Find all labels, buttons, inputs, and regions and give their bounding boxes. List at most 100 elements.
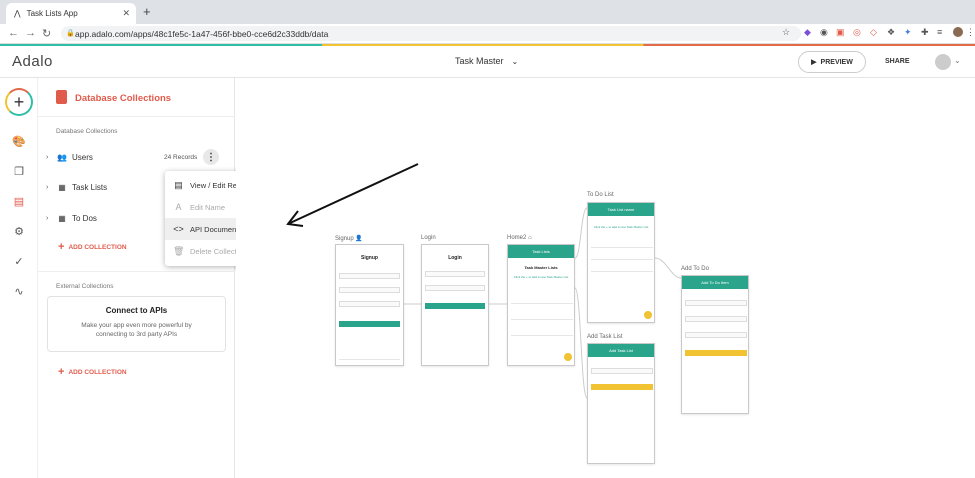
publish-icon[interactable]: ✓ <box>12 254 26 268</box>
screen-login[interactable]: Login <box>421 244 489 366</box>
todo-name-field[interactable] <box>685 300 747 306</box>
star-icon[interactable]: ☆ <box>782 27 790 38</box>
password-field[interactable] <box>425 285 485 291</box>
analytics-icon[interactable]: ∿ <box>12 284 26 298</box>
palette-icon[interactable]: 🎨 <box>12 134 26 148</box>
signup-button[interactable] <box>339 321 400 327</box>
browser-tab-bar: ⋀ Task Lists App ✕ + <box>0 0 975 24</box>
email-field[interactable] <box>339 273 400 279</box>
adalo-favicon-icon: ⋀ <box>14 9 21 18</box>
extension-icon[interactable]: ◆ <box>804 27 811 38</box>
tab-title: Task Lists App <box>26 9 78 18</box>
code-icon: <> <box>173 224 184 234</box>
share-button[interactable]: SHARE <box>885 58 910 65</box>
section-label: Database Collections <box>56 128 118 135</box>
due-date-field[interactable] <box>685 332 747 338</box>
email-field[interactable] <box>425 271 485 277</box>
screen-label: Login <box>421 235 436 241</box>
screens-icon[interactable]: ❐ <box>12 164 26 178</box>
profile-avatar[interactable] <box>953 27 963 37</box>
add-fab[interactable] <box>564 353 572 361</box>
extension-icon[interactable]: ◇ <box>870 27 877 38</box>
screen-title: Signup <box>361 255 378 261</box>
collection-name: Users <box>72 152 93 162</box>
left-toolbar: + 🎨 ❐ ▤ ⚙ ✓ ∿ <box>0 78 38 478</box>
url-field[interactable]: 🔒 app.adalo.com/apps/48c1fe5c-1a47-456f-… <box>61 26 801 41</box>
user-avatar[interactable] <box>935 54 951 70</box>
screen-to-do-list[interactable]: Task List name Click the + to add a new … <box>587 202 655 323</box>
extension-icon[interactable]: ▣ <box>836 27 845 38</box>
chevron-right-icon[interactable]: › <box>46 215 56 222</box>
app-name-dropdown[interactable]: Task Master ⌄ <box>455 56 518 66</box>
edit-icon: A <box>175 202 182 212</box>
section-label: External Collections <box>56 283 114 290</box>
settings-icon[interactable]: ⚙ <box>12 224 26 238</box>
connect-apis-card[interactable]: Connect to APIs Make your app even more … <box>47 296 226 352</box>
chevron-down-icon[interactable]: ⌄ <box>954 56 961 65</box>
app-header: Adalo Task Master ⌄ ▶ PREVIEW SHARE ⌄ <box>0 46 975 78</box>
users-icon: 👥 <box>57 152 67 162</box>
back-icon[interactable]: ← <box>8 27 19 39</box>
screen-label: To Do List <box>587 192 614 198</box>
user-icon: 👤 <box>355 236 363 242</box>
record-count: 24 Records <box>164 153 198 161</box>
play-icon: ▶ <box>811 59 817 66</box>
chevron-right-icon[interactable]: › <box>46 184 56 191</box>
list-divider <box>511 303 573 304</box>
puzzle-icon[interactable]: ✚ <box>921 27 929 38</box>
api-card-title: Connect to APIs <box>105 306 168 315</box>
assigned-to-field[interactable] <box>685 316 747 322</box>
camera-icon[interactable]: ◉ <box>820 27 828 38</box>
close-icon[interactable]: ✕ <box>122 8 130 19</box>
adalo-logo[interactable]: Adalo <box>12 53 53 70</box>
hint-link: Click the + to add a new Task Master Lis… <box>593 225 649 229</box>
database-icon[interactable]: ▤ <box>12 194 26 208</box>
hint-link: Click the + to add a new Task Master Lis… <box>513 275 569 279</box>
list-divider <box>591 271 653 272</box>
translate-icon[interactable]: ✦ <box>904 27 912 38</box>
browser-tab[interactable]: ⋀ Task Lists App ✕ <box>6 3 136 24</box>
screen-add-task-list[interactable]: Add Task List <box>587 343 655 464</box>
forward-icon[interactable]: → <box>25 27 36 39</box>
screen-title: Task Master Lists <box>524 265 558 270</box>
screen-home2[interactable]: Task Lists Task Master Lists Click the +… <box>507 244 575 366</box>
password-field[interactable] <box>339 287 400 293</box>
media-icon[interactable]: ≡ <box>937 27 942 37</box>
preview-button[interactable]: ▶ PREVIEW <box>798 51 866 73</box>
screen-header: Task Lists <box>508 245 574 258</box>
screen-label: Home2 ⌂ <box>507 235 532 241</box>
chevron-right-icon[interactable]: › <box>46 154 56 161</box>
plus-icon: + <box>58 366 65 378</box>
app-name: Task Master <box>455 56 504 66</box>
collection-name: To Dos <box>72 213 97 223</box>
trash-icon: 🗑 <box>173 245 185 256</box>
collection-name: Task Lists <box>72 182 108 192</box>
list-name-field[interactable] <box>591 368 653 374</box>
reload-icon[interactable]: ↻ <box>42 27 51 40</box>
lock-icon: 🔒 <box>66 30 75 37</box>
add-component-button[interactable]: + <box>5 88 33 116</box>
add-collection-button[interactable]: + ADD COLLECTION <box>58 241 127 253</box>
screen-add-to-do[interactable]: Add To Do Item <box>681 275 749 414</box>
api-card-text: Make your app even more powerful by conn… <box>81 322 192 338</box>
more-options-icon[interactable]: ⋮ <box>203 149 219 165</box>
app-canvas[interactable]: Signup 👤 Signup Login Login Home2 ⌂ Task… <box>236 78 975 478</box>
extension-icon[interactable]: ◎ <box>853 27 861 38</box>
table-icon: ▦ <box>58 182 66 192</box>
screen-signup[interactable]: Signup <box>335 244 404 366</box>
screen-label: Add Task List <box>587 334 623 340</box>
extension-icon[interactable]: ❖ <box>887 27 895 38</box>
add-external-collection-button[interactable]: + ADD COLLECTION <box>58 366 127 378</box>
bottom-nav <box>339 359 400 360</box>
add-fab[interactable] <box>644 311 652 319</box>
plus-icon: + <box>58 241 65 253</box>
add-todo-button[interactable] <box>685 350 747 356</box>
list-divider <box>511 319 573 320</box>
name-field[interactable] <box>339 301 400 307</box>
login-button[interactable] <box>425 303 485 309</box>
list-divider <box>511 335 573 336</box>
new-tab-icon[interactable]: + <box>143 4 151 19</box>
save-list-button[interactable] <box>591 384 653 390</box>
menu-icon[interactable]: ⋮ <box>966 27 975 38</box>
list-divider <box>591 259 653 260</box>
